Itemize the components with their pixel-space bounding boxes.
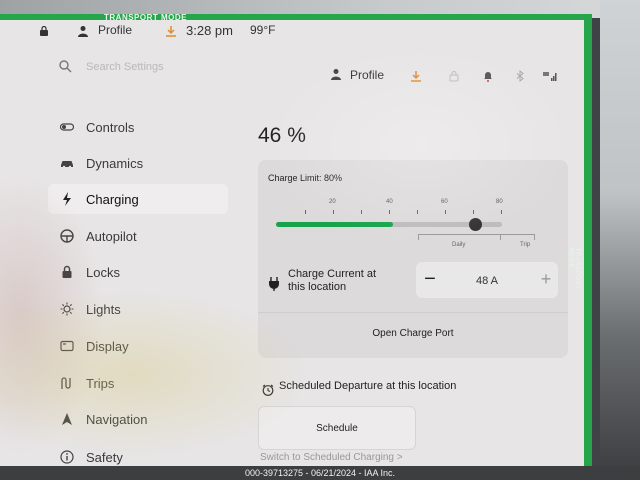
status-time: 3:28 pm: [186, 23, 233, 38]
background-right: [600, 0, 640, 480]
bell-icon[interactable]: [482, 70, 494, 82]
toggle-icon: [60, 123, 74, 131]
lte-signal-icon: [543, 72, 557, 81]
battery-level-fill: [276, 222, 394, 227]
schedule-button[interactable]: Schedule: [258, 406, 416, 450]
download-icon[interactable]: [165, 25, 177, 37]
sidebar-item-display[interactable]: Display: [48, 331, 228, 361]
sidebar-item-label: Controls: [86, 119, 135, 135]
person-icon[interactable]: [330, 68, 342, 80]
sidebar-item-label: Charging: [86, 191, 139, 207]
download-icon[interactable]: [410, 70, 422, 82]
status-temperature: 99°F: [250, 23, 276, 37]
range-tick: [500, 234, 501, 240]
decrease-current-button[interactable]: −: [422, 269, 438, 290]
sidebar-item-label: Safety: [86, 449, 123, 465]
trip-label: Trip: [520, 242, 531, 248]
sidebar-item-lights[interactable]: Lights: [48, 294, 228, 324]
slider-tick-mark: [361, 210, 362, 214]
battery-percent: 46 %: [258, 124, 306, 147]
slider-tick-mark: [389, 210, 390, 214]
clock-icon: [262, 384, 274, 396]
range-tick: [534, 234, 535, 240]
search-icon: [59, 60, 72, 73]
transport-mode-frame-right: [584, 14, 592, 470]
lock-icon: [62, 265, 72, 278]
sidebar-item-label: Display: [86, 338, 129, 354]
range-tick: [418, 234, 419, 240]
header-profile-label[interactable]: Profile: [350, 68, 384, 82]
sidebar-item-navigation[interactable]: Navigation: [48, 404, 228, 434]
slider-tick-mark: [305, 210, 306, 214]
watermark: 000-39713275 - 06/21/2024 - IAA Inc.: [0, 466, 640, 480]
sidebar-item-label: Lights: [86, 301, 121, 317]
sidebar-item-label: Dynamics: [86, 155, 144, 171]
sidebar-item-autopilot[interactable]: Autopilot: [48, 221, 228, 251]
person-icon[interactable]: [77, 25, 89, 37]
lock-icon[interactable]: [39, 26, 49, 36]
sidebar-item-label: Locks: [86, 264, 120, 280]
switch-to-scheduled-charging-link[interactable]: Switch to Scheduled Charging >: [260, 452, 403, 463]
open-charge-port-button[interactable]: Open Charge Port: [258, 313, 568, 353]
sidebar-item-locks[interactable]: Locks: [48, 257, 228, 287]
slider-tick-label: 60: [441, 199, 448, 205]
sun-icon: [60, 302, 74, 316]
bluetooth-icon[interactable]: [514, 70, 526, 82]
car-icon: [61, 161, 73, 169]
charge-limit-slider-handle[interactable]: [468, 218, 482, 231]
slider-tick-mark: [473, 210, 474, 214]
slider-tick-mark: [501, 210, 502, 214]
sidebar-item-trips[interactable]: Trips: [48, 368, 228, 398]
charge-current-label: Charge Current at this location: [288, 268, 377, 293]
charge-limit-label: Charge Limit: 80%: [268, 173, 343, 183]
sidebar-item-charging[interactable]: Charging: [48, 184, 228, 214]
lock-icon[interactable]: [448, 70, 460, 82]
sidebar-item-label: Autopilot: [86, 228, 137, 244]
sidebar-item-label: Navigation: [86, 411, 148, 427]
bolt-icon: [63, 192, 71, 206]
navigation-icon: [62, 413, 72, 425]
transport-mode-side-label: TRANSPORT MODE: [568, 248, 580, 290]
status-profile-label[interactable]: Profile: [98, 23, 132, 37]
search-input[interactable]: [86, 59, 286, 75]
slider-tick-label: 40: [386, 199, 393, 205]
slider-tick-mark: [445, 210, 446, 214]
info-icon: [60, 450, 74, 464]
slider-tick-label: 20: [329, 199, 336, 205]
trips-icon: [61, 377, 71, 389]
sidebar-item-controls[interactable]: Controls: [48, 112, 228, 142]
display-icon: [60, 340, 74, 352]
status-bar: Profile 3:28 pm 99°F: [0, 14, 592, 42]
sidebar-item-label: Trips: [86, 375, 115, 391]
daily-trip-range: [418, 234, 534, 235]
slider-tick-mark: [417, 210, 418, 214]
sidebar-item-dynamics[interactable]: Dynamics: [48, 148, 228, 178]
scheduled-departure-title: Scheduled Departure at this location: [279, 380, 457, 392]
increase-current-button[interactable]: +: [538, 269, 554, 289]
charge-current-value: 48 A: [476, 275, 499, 287]
plug-icon: [269, 277, 279, 291]
daily-label: Daily: [452, 242, 466, 248]
steering-wheel-icon: [60, 229, 74, 243]
slider-tick-mark: [333, 210, 334, 214]
slider-tick-label: 80: [496, 199, 503, 205]
